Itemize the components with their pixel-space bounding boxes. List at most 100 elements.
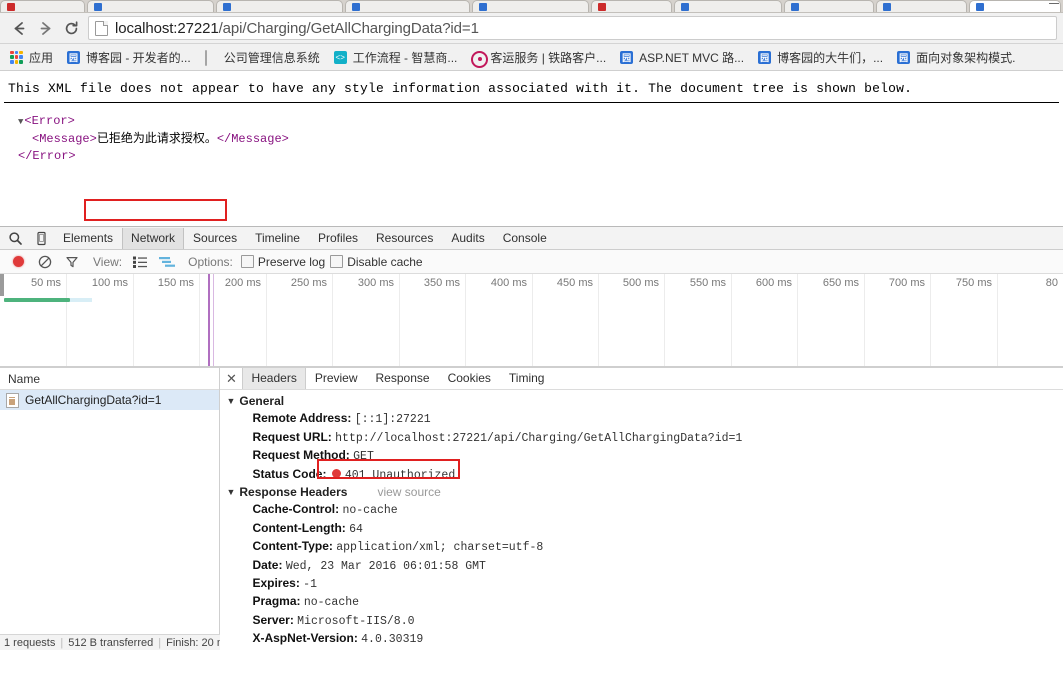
timeline-tick-label: 450 ms — [556, 277, 593, 289]
browser-tab[interactable] — [784, 0, 875, 12]
back-icon[interactable] — [6, 15, 32, 41]
filter-button[interactable] — [60, 251, 84, 272]
timeline-gridline — [864, 274, 865, 366]
page-favicon — [204, 49, 218, 66]
bookmark-item[interactable]: 客运服务 | 铁路客户... — [465, 47, 612, 68]
bookmark-label: 公司管理信息系统 — [223, 50, 320, 65]
separator: | — [60, 636, 64, 649]
tab-response[interactable]: Response — [367, 368, 439, 389]
tab-timeline[interactable]: Timeline — [246, 228, 309, 249]
header-value: Microsoft-IIS/8.0 — [297, 614, 415, 628]
bookmark-item[interactable]: 园 博客园的大牛们，... — [752, 47, 889, 67]
view-source-link[interactable]: view source — [377, 484, 440, 501]
tab-audits[interactable]: Audits — [442, 228, 493, 249]
browser-tab[interactable] — [0, 0, 86, 12]
browser-tab-active[interactable] — [968, 0, 1061, 12]
address-bar[interactable]: localhost:27221/api/Charging/GetAllCharg… — [88, 16, 1057, 40]
bookmark-label: 面向对象架构模式. — [916, 50, 1016, 65]
bookmark-apps[interactable]: 应用 — [4, 47, 59, 67]
header-name: Pragma: — [252, 594, 304, 609]
tab-headers[interactable]: Headers — [242, 368, 306, 389]
tab-favicon — [883, 2, 892, 11]
devtools-panel: Elements Network Sources Timeline Profil… — [0, 226, 1063, 650]
tab-elements[interactable]: Elements — [54, 228, 122, 249]
table-row[interactable]: GetAllChargingData?id=1 — [0, 390, 220, 410]
bookmark-label: 工作流程 - 智慧商... — [352, 50, 458, 65]
browser-tab[interactable] — [344, 0, 471, 12]
waterfall-view-icon[interactable] — [155, 251, 179, 272]
tab-network[interactable]: Network — [122, 227, 185, 249]
bookmark-item[interactable]: 园 博客园 - 开发者的... — [61, 47, 197, 67]
bookmarks-bar: 应用 园 博客园 - 开发者的... 公司管理信息系统 <> 工作流程 - 智慧… — [0, 44, 1063, 71]
browser-tab[interactable] — [876, 0, 967, 12]
device-toolbar-icon[interactable] — [28, 228, 54, 249]
clear-button[interactable] — [33, 251, 57, 272]
view-label: View: — [93, 254, 123, 269]
network-toolbar: View: Options: Preserve log Disable cach… — [0, 250, 1063, 274]
browser-tab[interactable] — [472, 0, 589, 12]
response-headers-section[interactable]: ▼ Response Headers view source — [226, 484, 1063, 501]
tab-sources[interactable]: Sources — [184, 228, 246, 249]
bookmark-item[interactable]: 园 面向对象架构模式. — [891, 47, 1021, 67]
header-value: -1 — [303, 578, 317, 592]
preserve-log-checkbox[interactable]: Preserve log — [240, 255, 325, 269]
detail-tab-bar: ✕ Headers Preview Response Cookies Timin… — [220, 368, 1063, 390]
tab-timing[interactable]: Timing — [500, 368, 554, 389]
blog-favicon: 园 — [758, 50, 772, 64]
timeline-gridline — [133, 274, 134, 366]
reload-icon[interactable] — [58, 15, 84, 41]
header-name: Cache-Control: — [252, 502, 343, 517]
tab-cookies[interactable]: Cookies — [439, 368, 500, 389]
devtools-tab-bar: Elements Network Sources Timeline Profil… — [0, 227, 1063, 250]
tab-resources[interactable]: Resources — [367, 228, 442, 249]
general-section-header[interactable]: ▼ General — [226, 393, 1063, 410]
record-button[interactable] — [6, 251, 30, 272]
header-name: X-AspNet-Version: — [252, 631, 362, 646]
timeline-event-line-secondary — [213, 274, 214, 366]
xml-root-open[interactable]: ▼<Error> — [10, 113, 1059, 131]
timeline-tick-label: 80 — [1045, 277, 1058, 289]
tab-profiles[interactable]: Profiles — [309, 228, 367, 249]
disable-cache-checkbox[interactable]: Disable cache — [330, 255, 423, 269]
browser-tab[interactable] — [87, 0, 215, 12]
bookmark-item[interactable]: 公司管理信息系统 — [199, 47, 326, 67]
list-view-icon[interactable] — [128, 251, 152, 272]
tab-preview[interactable]: Preview — [306, 368, 367, 389]
forward-icon[interactable] — [32, 15, 58, 41]
header-value: Wed, 23 Mar 2016 06:01:58 GMT — [285, 559, 486, 573]
record-icon — [12, 256, 24, 267]
timeline-tick-label: 350 ms — [423, 277, 460, 289]
timeline-tick-label: 400 ms — [490, 277, 527, 289]
search-icon[interactable] — [2, 228, 28, 249]
timeline-gridline — [664, 274, 665, 366]
browser-tab[interactable] — [590, 0, 673, 12]
browser-tab[interactable] — [674, 0, 783, 12]
timeline-event-line — [208, 274, 210, 366]
timeline-gridline — [532, 274, 533, 366]
header-row: Request URL: http://localhost:27221/api/… — [226, 429, 1063, 447]
collapse-triangle-icon[interactable]: ▼ — [18, 117, 23, 127]
tab-strip — [0, 0, 1063, 13]
network-timeline-overview[interactable]: 50 ms 100 ms 150 ms 200 ms 250 ms 300 ms 350 m… — [0, 274, 1063, 367]
timeline-tick-label: 300 ms — [357, 277, 394, 289]
close-icon[interactable]: ✕ — [220, 368, 242, 389]
page-info-icon[interactable] — [95, 20, 108, 36]
tab-console[interactable]: Console — [494, 228, 556, 249]
header-row: X-Powered-By: ASP.NET — [226, 649, 1063, 651]
timeline-gridline — [598, 274, 599, 366]
header-value: 4.0.30319 — [361, 633, 424, 647]
bookmark-item[interactable]: 园 ASP.NET MVC 路... — [614, 47, 750, 67]
timeline-gridline — [199, 274, 200, 366]
request-list-header[interactable]: Name — [0, 368, 220, 390]
window-controls — [1049, 1, 1059, 4]
request-list: Name GetAllChargingData?id=1 1 requests … — [0, 368, 255, 650]
timeline-start-marker — [0, 274, 4, 296]
browser-tab[interactable] — [216, 0, 343, 12]
minimize-icon[interactable] — [1049, 1, 1059, 4]
column-header-name: Name — [8, 371, 41, 386]
bookmark-item[interactable]: <> 工作流程 - 智慧商... — [328, 47, 464, 67]
header-value: no-cache — [303, 596, 360, 610]
tab-favicon — [351, 2, 360, 11]
browser-window: localhost:27221/api/Charging/GetAllCharg… — [0, 0, 1063, 650]
header-value: application/xml; charset=utf-8 — [336, 541, 544, 555]
